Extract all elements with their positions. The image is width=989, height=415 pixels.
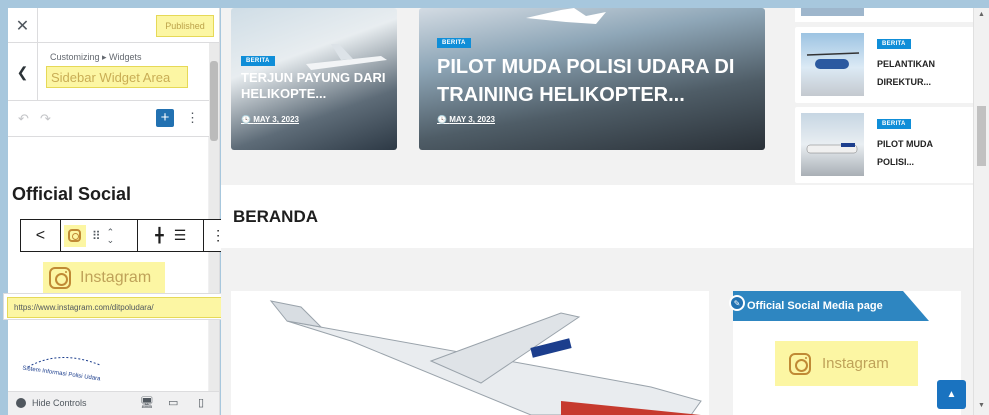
plane-silhouette bbox=[526, 8, 606, 24]
side-post-thumb bbox=[801, 8, 864, 16]
share-block-button[interactable]: < bbox=[21, 220, 61, 251]
side-post-title[interactable]: PELANTIKAN DIREKTUR... bbox=[877, 55, 971, 91]
section-heading: BERANDA bbox=[233, 207, 318, 226]
chevron-left-icon: ❮ bbox=[16, 63, 29, 80]
post-title[interactable]: TERJUN PAYUNG DARI HELIKOPTE... bbox=[241, 70, 391, 102]
share-icon: < bbox=[35, 226, 46, 244]
justify-icon[interactable]: ╋ bbox=[155, 227, 163, 244]
url-input[interactable] bbox=[7, 297, 225, 318]
side-post-title[interactable]: PILOT MUDA POLISI... bbox=[877, 135, 971, 171]
instagram-icon bbox=[789, 352, 811, 375]
scroll-up-arrow-icon[interactable]: ▲ bbox=[978, 11, 985, 18]
justify-controls: ╋ ☰ bbox=[138, 220, 205, 251]
hide-controls-icon bbox=[16, 398, 26, 408]
back-button[interactable]: ❮ bbox=[8, 43, 38, 101]
instagram-icon-highlight bbox=[63, 224, 86, 247]
post-date[interactable]: 🕓 MAY 3, 2023 bbox=[241, 115, 299, 124]
featured-card[interactable]: BERITA TERJUN PAYUNG DARI HELIKOPTE... 🕓… bbox=[231, 8, 397, 150]
preview-scroll-thumb[interactable] bbox=[977, 106, 986, 166]
options-kebab-icon[interactable]: ⋮ bbox=[186, 110, 199, 126]
desktop-icon[interactable]: 🖥 bbox=[140, 396, 154, 409]
widget-title: Official Social Media page bbox=[733, 291, 929, 321]
preview-scrollbar[interactable]: ▲ ▼ bbox=[973, 8, 989, 415]
side-post[interactable]: BERITA PELANTIKAN DIREKTUR... bbox=[795, 27, 975, 103]
align-center-icon[interactable]: ☰ bbox=[174, 227, 187, 244]
add-block-button[interactable]: + bbox=[156, 109, 174, 127]
hide-controls-label: Hide Controls bbox=[32, 398, 87, 408]
instagram-label: Instagram bbox=[822, 355, 889, 372]
close-icon: ✕ bbox=[15, 17, 30, 35]
tablet-icon[interactable]: ▭ bbox=[168, 396, 178, 409]
block-toolbar: < ⠿ ⌃ ⌄ ╋ ☰ ⋮ bbox=[20, 219, 233, 252]
widget-heading[interactable]: Official Social bbox=[12, 184, 131, 205]
customizer-panel: ✕ Published ❮ Customizing ▸ Widgets Side… bbox=[8, 8, 220, 415]
main-post-image[interactable] bbox=[231, 291, 709, 415]
jet-illustration bbox=[269, 300, 702, 415]
breadcrumb: Customizing ▸ Widgets bbox=[50, 52, 142, 62]
post-date-text[interactable]: MAY 3, 2023 bbox=[449, 115, 495, 124]
section-title: Sidebar Widget Area bbox=[46, 66, 188, 88]
edit-pencil-icon[interactable]: ✎ bbox=[729, 295, 745, 311]
scroll-down-arrow-icon[interactable]: ▼ bbox=[978, 402, 985, 409]
post-date[interactable]: 🕓 MAY 3, 2023 bbox=[437, 115, 495, 124]
post-title[interactable]: PILOT MUDA POLISI UDARA DI TRAINING HELI… bbox=[437, 53, 757, 109]
instagram-icon bbox=[68, 229, 82, 242]
instagram-social-link[interactable]: Instagram bbox=[43, 262, 165, 293]
editor-toolbar: ↶ ↷ + ⋮ bbox=[8, 101, 219, 137]
side-post[interactable]: BERITA PILOT MUDA POLISI... bbox=[795, 107, 975, 183]
logo-stamp: Sistem Informasi Polisi Udara bbox=[20, 353, 120, 391]
category-badge[interactable]: BERITA bbox=[241, 56, 275, 66]
panel-scroll-thumb[interactable] bbox=[210, 61, 218, 141]
plus-icon: + bbox=[160, 109, 170, 126]
instagram-icon bbox=[49, 266, 71, 289]
close-button[interactable]: ✕ bbox=[8, 8, 38, 43]
section-header: ❮ Customizing ▸ Widgets Sidebar Widget A… bbox=[8, 43, 219, 101]
panel-footer: Hide Controls 🖥 ▭ ▯ bbox=[8, 391, 219, 415]
scroll-to-top-button[interactable]: ▲ bbox=[937, 380, 966, 409]
instagram-widget-link[interactable]: Instagram bbox=[775, 341, 918, 386]
category-badge[interactable]: BERITA bbox=[437, 38, 471, 48]
helicopter-illustration bbox=[806, 52, 860, 69]
plane-illustration bbox=[806, 143, 858, 154]
instagram-label: Instagram bbox=[80, 268, 152, 286]
section-heading-bar: BERANDA bbox=[221, 185, 973, 248]
site-preview: BERITA TERJUN PAYUNG DARI HELIKOPTE... 🕓… bbox=[221, 8, 989, 415]
side-post-thumb bbox=[801, 113, 864, 176]
instagram-block-button[interactable]: ⠿ ⌃ ⌄ bbox=[61, 220, 139, 251]
post-date-text[interactable]: MAY 3, 2023 bbox=[253, 115, 299, 124]
panel-top-bar: ✕ Published bbox=[8, 8, 219, 43]
mobile-icon[interactable]: ▯ bbox=[198, 396, 204, 409]
category-badge[interactable]: BERITA bbox=[877, 39, 911, 49]
social-widget: Official Social Media page ✎ Instagram bbox=[729, 291, 961, 415]
url-popover: ⏎ bbox=[3, 293, 251, 320]
redo-icon[interactable]: ↷ bbox=[40, 111, 51, 127]
chevron-updown-icon[interactable]: ⌃ ⌄ bbox=[107, 227, 115, 244]
published-button[interactable]: Published bbox=[156, 15, 214, 37]
drag-handle-icon[interactable]: ⠿ bbox=[92, 229, 101, 243]
side-post-thumb bbox=[801, 33, 864, 96]
side-post-partial[interactable] bbox=[795, 8, 975, 22]
undo-icon[interactable]: ↶ bbox=[18, 111, 29, 127]
category-badge[interactable]: BERITA bbox=[877, 119, 911, 129]
hide-controls-button[interactable]: Hide Controls bbox=[16, 398, 87, 408]
chevron-up-icon: ▲ bbox=[946, 389, 957, 400]
